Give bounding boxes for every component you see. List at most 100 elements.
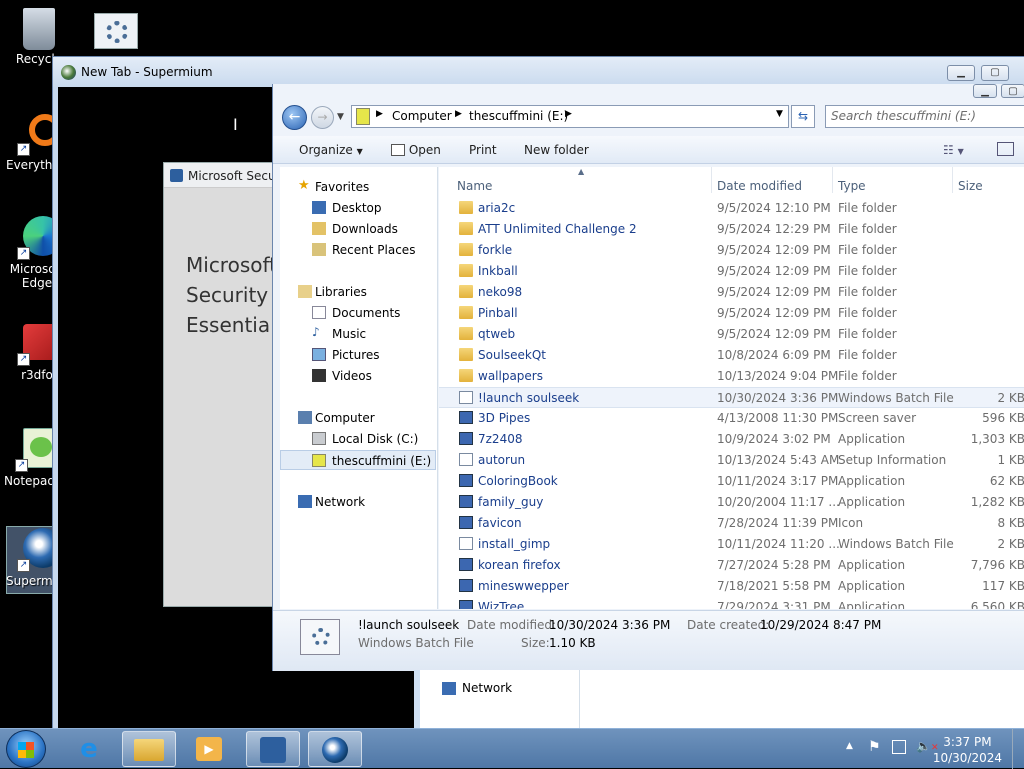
view-options-button[interactable]: ☷ ▼ xyxy=(943,143,964,157)
column-divider[interactable] xyxy=(952,167,953,193)
shortcut-arrow-icon: ↗ xyxy=(17,143,30,156)
taskbar-supermium[interactable] xyxy=(308,731,362,767)
file-row[interactable]: install_gimp 10/11/2024 11:20 ... Windows … xyxy=(439,534,1024,555)
taskbar-mse[interactable] xyxy=(246,731,300,767)
chevron-right-icon[interactable]: ▶ xyxy=(376,109,383,119)
file-row[interactable]: neko98 9/5/2024 12:09 PM File folder xyxy=(439,282,1024,303)
chevron-down-icon: ▼ xyxy=(957,147,964,156)
explorer-restore-button[interactable]: ▢ xyxy=(1001,84,1024,98)
address-dropdown-icon[interactable]: ▼ xyxy=(776,109,783,119)
mse-titlebar[interactable]: Microsoft Secur xyxy=(164,163,274,188)
breadcrumb-drive[interactable]: thescuffmini (E:) xyxy=(469,109,568,123)
maximize-button[interactable]: ▢ xyxy=(981,65,1009,81)
action-center-flag-icon[interactable]: ⚑ xyxy=(868,739,881,755)
file-row[interactable]: ATT Unlimited Challenge 2 9/5/2024 12:29 … xyxy=(439,219,1024,240)
taskbar-media-player[interactable]: ▶ xyxy=(182,731,236,767)
nav-local-disk[interactable]: Local Disk (C:) xyxy=(280,429,436,449)
nav-label: Videos xyxy=(332,369,372,383)
show-hidden-icons-button[interactable]: ▲ xyxy=(846,741,853,751)
file-row[interactable]: aria2c 9/5/2024 12:10 PM File folder xyxy=(439,198,1024,219)
nav-label: Desktop xyxy=(332,201,382,215)
file-row[interactable]: ColoringBook 10/11/2024 3:17 PM Applicatio… xyxy=(439,471,1024,492)
file-name: wallpapers xyxy=(478,369,543,383)
nav-pictures[interactable]: Pictures xyxy=(280,345,436,365)
nav-favorites[interactable]: ★ Favorites xyxy=(280,177,436,197)
file-name: qtweb xyxy=(478,327,516,341)
file-row[interactable]: Inkball 9/5/2024 12:09 PM File folder xyxy=(439,261,1024,282)
column-header-date[interactable]: Date modified xyxy=(717,179,802,193)
column-header-size[interactable]: Size xyxy=(958,179,983,193)
file-row[interactable]: wallpapers 10/13/2024 9:04 PM File folder xyxy=(439,366,1024,387)
minimize-button[interactable]: ▁ xyxy=(947,65,975,81)
nav-libraries[interactable]: Libraries xyxy=(280,282,436,302)
explorer-window[interactable]: ▁ ▢ ← → ▼ ▶ Computer ▶ thescuffmini (E:)… xyxy=(272,84,1024,671)
file-type: Icon xyxy=(838,516,864,530)
file-row[interactable]: korean firefox 7/27/2024 5:28 PM Applicati… xyxy=(439,555,1024,576)
nav-desktop[interactable]: Desktop xyxy=(280,198,436,218)
dialog-nav-network[interactable]: Network xyxy=(462,681,512,695)
file-row[interactable]: mineswwepper 7/18/2021 5:58 PM Application… xyxy=(439,576,1024,597)
nav-downloads[interactable]: Downloads xyxy=(280,219,436,239)
file-row[interactable]: autorun 10/13/2024 5:43 AM Setup Informati… xyxy=(439,450,1024,471)
column-divider[interactable] xyxy=(832,167,833,193)
nav-recent-places[interactable]: Recent Places xyxy=(280,240,436,260)
column-header-name[interactable]: Name xyxy=(457,179,492,193)
desktop-icon-settings[interactable] xyxy=(94,13,138,49)
mse-window[interactable]: Microsoft Secur Microsoft Security Essen… xyxy=(163,162,286,607)
libraries-icon xyxy=(298,285,312,298)
file-row[interactable]: qtweb 9/5/2024 12:09 PM File folder xyxy=(439,324,1024,345)
taskbar-clock[interactable]: 3:37 PM 10/30/2024 xyxy=(933,734,1002,766)
nav-label: Computer xyxy=(315,411,375,425)
file-size: 2 KB xyxy=(997,537,1024,551)
background-dialog[interactable]: Network xyxy=(414,670,1024,730)
nav-network[interactable]: Network xyxy=(280,492,436,512)
application-icon xyxy=(459,495,473,508)
refresh-button[interactable]: ⇆ xyxy=(791,105,815,128)
recent-pages-dropdown[interactable]: ▼ xyxy=(337,112,344,122)
taskbar-explorer[interactable] xyxy=(122,731,176,767)
file-row[interactable]: !launch soulseek 10/30/2024 3:36 PM Window… xyxy=(439,387,1024,408)
file-row[interactable]: family_guy 10/20/2004 11:17 ... Applicatio… xyxy=(439,492,1024,513)
nav-music[interactable]: ♪ Music xyxy=(280,324,436,344)
nav-label: Favorites xyxy=(315,180,370,194)
search-input[interactable]: Search thescuffmini (E:) xyxy=(825,105,1024,128)
file-row[interactable]: 7z2408 10/9/2024 3:02 PM Application 1,303 … xyxy=(439,429,1024,450)
file-row[interactable]: favicon 7/28/2024 11:39 PM Icon 8 KB xyxy=(439,513,1024,534)
file-type: Windows Batch File xyxy=(838,537,954,551)
nav-computer[interactable]: Computer xyxy=(280,408,436,428)
application-icon xyxy=(459,516,473,529)
nav-videos[interactable]: Videos xyxy=(280,366,436,386)
folder-icon xyxy=(459,222,473,235)
file-row[interactable]: forkle 9/5/2024 12:09 PM File folder xyxy=(439,240,1024,261)
forward-button[interactable]: → xyxy=(311,106,334,129)
taskbar-ie[interactable]: e xyxy=(62,731,116,767)
preview-pane-button[interactable] xyxy=(997,142,1014,156)
explorer-minimize-button[interactable]: ▁ xyxy=(973,84,997,98)
file-name: aria2c xyxy=(478,201,516,215)
file-row[interactable]: WizTree 7/29/2024 3:31 PM Application 6,560… xyxy=(439,597,1024,609)
column-divider[interactable] xyxy=(711,167,712,193)
breadcrumb-computer[interactable]: Computer xyxy=(392,109,452,123)
address-bar[interactable]: ▶ Computer ▶ thescuffmini (E:) ▶ ▼ xyxy=(351,105,789,128)
nav-documents[interactable]: Documents xyxy=(280,303,436,323)
organize-button[interactable]: Organize ▼ xyxy=(299,143,363,157)
chevron-right-icon[interactable]: ▶ xyxy=(455,109,462,119)
nav-thescuffmini[interactable]: thescuffmini (E:) xyxy=(280,450,436,470)
network-tray-icon[interactable] xyxy=(892,740,906,754)
nav-label: Downloads xyxy=(332,222,398,236)
back-button[interactable]: ← xyxy=(282,105,307,130)
new-folder-button[interactable]: New folder xyxy=(524,143,589,157)
organize-label: Organize xyxy=(299,143,353,157)
show-desktop-button[interactable] xyxy=(1012,729,1024,769)
open-button[interactable]: Open xyxy=(391,143,441,157)
column-header-type[interactable]: Type xyxy=(838,179,866,193)
start-button[interactable] xyxy=(6,730,46,768)
browser-titlebar[interactable]: New Tab - Supermium ▁ ▢ xyxy=(53,57,1024,87)
file-row[interactable]: Pinball 9/5/2024 12:09 PM File folder xyxy=(439,303,1024,324)
file-row[interactable]: 3D Pipes 4/13/2008 11:30 PM Screen saver 59… xyxy=(439,408,1024,429)
pictures-icon xyxy=(312,348,326,361)
print-button[interactable]: Print xyxy=(469,143,497,157)
chevron-right-icon[interactable]: ▶ xyxy=(565,109,572,119)
file-row[interactable]: SoulseekQt 10/8/2024 6:09 PM File folder xyxy=(439,345,1024,366)
mse-heading-line: Security xyxy=(186,283,269,307)
